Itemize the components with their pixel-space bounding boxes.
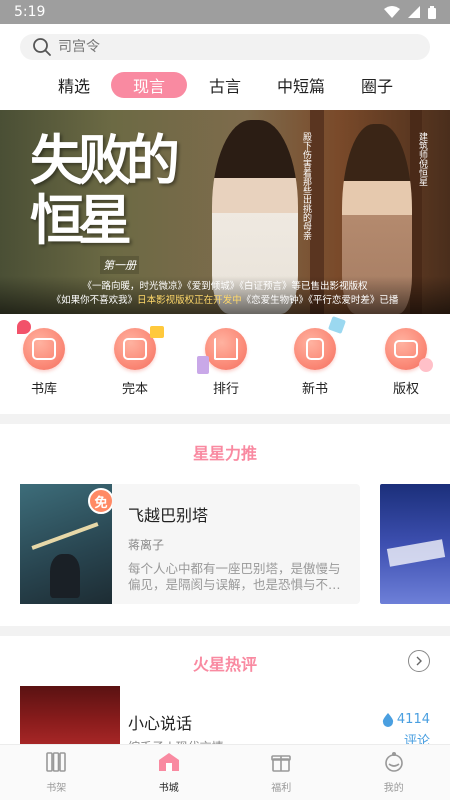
nav-profile[interactable]: 我的 xyxy=(354,751,434,794)
nav-bookshelf[interactable]: 书架 xyxy=(16,751,96,794)
rose-decoration-icon xyxy=(17,320,31,334)
hot-book-item[interactable]: 小心说话 绾禾子 | 现代言情 4114 评论 xyxy=(20,686,430,756)
tab-short-stories[interactable]: 中短篇 xyxy=(270,72,332,98)
banner-vertical-text-left: 殿下伤害着那些出挑的母亲 xyxy=(301,132,311,240)
glass-decoration-icon xyxy=(328,316,346,334)
copyright-icon-inner xyxy=(394,340,418,358)
completed-icon-inner xyxy=(123,338,147,360)
signal-icon xyxy=(408,6,420,18)
free-badge: 免 xyxy=(88,488,112,514)
category-shortcuts: 书库 完本 排行 新书 版权 xyxy=(0,316,450,404)
category-copyright-label: 版权 xyxy=(392,382,419,397)
banner-vertical-text-right: 建筑师倪恒星 xyxy=(417,132,427,186)
library-icon-inner xyxy=(32,338,56,360)
book-cover: 免 xyxy=(20,484,112,604)
book-info: 飞越巴别塔 蒋离子 每个人心中都有一座巴别塔，是傲慢与偏见，是隔阂与误解，也是恐… xyxy=(112,484,360,604)
banner-subtitle: 第一册 xyxy=(100,256,139,274)
category-completed[interactable]: 完本 xyxy=(105,326,165,397)
tab-featured[interactable]: 精选 xyxy=(50,72,98,98)
hot-section-title: 火星热评 xyxy=(192,655,257,674)
gift-icon xyxy=(271,755,292,772)
category-new-books[interactable]: 新书 xyxy=(285,316,346,397)
nav-welfare[interactable]: 福利 xyxy=(241,751,321,794)
hot-book-title: 小心说话 xyxy=(128,714,193,733)
tab-ancient-romance[interactable]: 古言 xyxy=(201,72,249,98)
status-bar: 5:19 xyxy=(0,0,450,24)
battery-icon xyxy=(428,5,436,19)
tab-circles[interactable]: 圈子 xyxy=(354,72,400,98)
banner-caption-line2: 《如果你不喜欢我》日本影视版权正在开发中《恋爱生物钟》《平行恋爱时差》已播 xyxy=(6,294,444,308)
ranking-icon xyxy=(197,328,247,374)
cover-figure xyxy=(50,554,80,598)
nav-bookstore[interactable]: 书城 xyxy=(129,751,209,794)
new-book-icon xyxy=(294,316,346,370)
banner-caption-line1: 《一路向暖，时光微凉》《爱到倾城》《白证预言》等已售出影视版权 xyxy=(82,281,368,292)
next-cover-title-stroke xyxy=(386,539,446,567)
banner-title: 失败的恒星 xyxy=(30,128,180,252)
chevron-right-icon xyxy=(416,656,422,666)
promo-banner[interactable]: 失败的恒星 第一册 殿下伤害着那些出挑的母亲 建筑师倪恒星 《一路向暖，时光微凉… xyxy=(0,110,450,314)
search-container xyxy=(20,34,430,60)
new-book-icon-inner xyxy=(306,338,324,360)
ball-decoration-icon xyxy=(419,358,433,372)
bottom-navigation: 书架 书城 福利 我的 xyxy=(0,744,450,800)
library-icon xyxy=(17,320,65,370)
nav-bookshelf-label: 书架 xyxy=(46,783,67,794)
status-icons xyxy=(384,5,436,19)
banner-caption-line2-prefix: 《如果你不喜欢我》 xyxy=(51,295,138,306)
search-input[interactable] xyxy=(58,39,388,55)
wifi-icon xyxy=(384,6,400,18)
book-title: 飞越巴别塔 xyxy=(128,506,209,525)
cover-title-stroke xyxy=(31,522,99,550)
banner-caption-line2-suffix: 《恋爱生物钟》《平行恋爱时差》已播 xyxy=(241,295,399,306)
pencil-decoration-icon xyxy=(197,356,209,374)
banner-caption-line2-highlight: 日本影视版权正在开发中 xyxy=(137,295,242,306)
section-divider-2 xyxy=(0,626,450,636)
status-time: 5:19 xyxy=(14,4,46,20)
book-author: 蒋离子 xyxy=(128,538,165,552)
category-ranking-label: 排行 xyxy=(212,382,239,397)
search-bar[interactable] xyxy=(20,34,430,60)
next-book-cover[interactable] xyxy=(380,484,450,604)
copyright-icon xyxy=(385,328,433,372)
nav-profile-label: 我的 xyxy=(383,783,404,794)
recommend-section-title: 星星力推 xyxy=(192,444,257,463)
completed-icon xyxy=(114,326,164,370)
comment-count-value: 4114 xyxy=(396,712,430,727)
category-library[interactable]: 书库 xyxy=(14,320,74,397)
gift-decoration-icon xyxy=(150,326,164,338)
nav-welfare-label: 福利 xyxy=(271,783,292,794)
book-description: 每个人心中都有一座巴别塔，是傲慢与偏见，是隔阂与误解，也是恐惧与不安…… xyxy=(128,561,341,592)
bookshelf-icon xyxy=(46,752,67,772)
category-copyright[interactable]: 版权 xyxy=(376,328,436,397)
droplet-icon xyxy=(382,712,394,727)
category-new-books-label: 新书 xyxy=(301,382,328,397)
recommended-book-card[interactable]: 免 飞越巴别塔 蒋离子 每个人心中都有一座巴别塔，是傲慢与偏见，是隔阂与误解，也… xyxy=(20,484,360,604)
search-icon xyxy=(33,38,51,56)
profile-icon xyxy=(384,752,403,772)
bookstore-icon xyxy=(158,753,179,771)
category-tabs: 精选 现言 古言 中短篇 圈子 xyxy=(0,72,450,100)
comment-count: 4114 xyxy=(382,712,430,727)
category-library-label: 书库 xyxy=(30,382,57,397)
ranking-icon-inner xyxy=(214,338,238,360)
category-completed-label: 完本 xyxy=(121,382,148,397)
nav-bookstore-label: 书城 xyxy=(158,783,179,794)
category-ranking[interactable]: 排行 xyxy=(196,328,256,397)
banner-captions: 《一路向暖，时光微凉》《爱到倾城》《白证预言》等已售出影视版权 《如果你不喜欢我… xyxy=(0,276,450,314)
section-divider xyxy=(0,414,450,424)
tab-modern-romance[interactable]: 现言 xyxy=(111,72,187,98)
hot-section-more-button[interactable] xyxy=(408,650,430,672)
